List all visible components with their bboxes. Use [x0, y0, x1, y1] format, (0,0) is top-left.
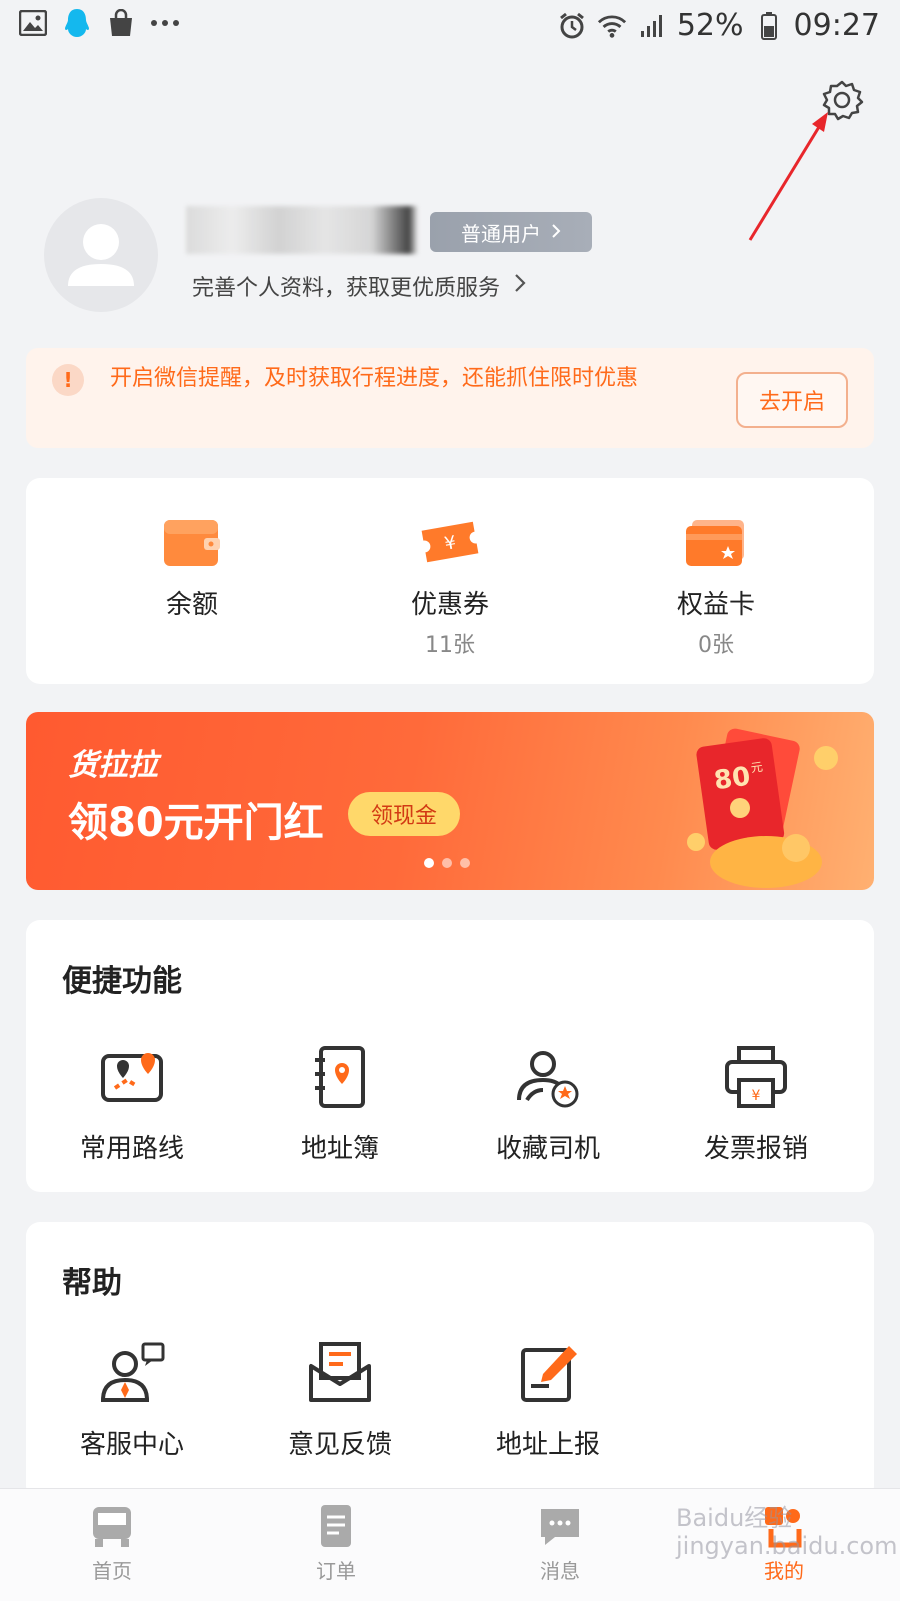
battery-percent: 52% [676, 8, 744, 43]
common-routes-button[interactable]: 常用路线 [26, 1044, 238, 1165]
customer-service-button[interactable]: 客服中心 [26, 1340, 238, 1461]
edit-report-icon [513, 1340, 583, 1406]
address-book-button[interactable]: 地址簿 [234, 1044, 446, 1165]
wifi-icon [597, 11, 627, 41]
alarm-icon [557, 11, 587, 41]
asset-label: 优惠券 [410, 590, 489, 620]
printer-invoice-icon: ¥ [721, 1044, 791, 1110]
feedback-button[interactable]: 意见反馈 [234, 1340, 446, 1461]
feedback-envelope-icon [305, 1340, 375, 1406]
brand-logo: 货拉拉 [68, 748, 158, 783]
nav-label: 订单 [316, 1559, 356, 1583]
asset-label: 权益卡 [676, 590, 755, 620]
carousel-dot [460, 858, 470, 868]
address-report-button[interactable]: 地址上报 [442, 1340, 654, 1461]
avatar[interactable] [44, 198, 158, 312]
more-dots-icon [150, 8, 180, 38]
section-title: 帮助 [62, 1266, 122, 1301]
document-icon [313, 1503, 359, 1549]
assets-card: 余额 ¥ 优惠券 11张 权益卡 0张 [26, 478, 874, 684]
exclamation-icon: ! [52, 364, 84, 396]
claim-cash-button[interactable]: 领现金 [348, 792, 460, 836]
wallet-icon [160, 514, 224, 570]
customer-service-icon [97, 1340, 167, 1406]
invoice-button[interactable]: ¥ 发票报销 [650, 1044, 862, 1165]
quick-functions-section: 便捷功能 常用路线 地址簿 收藏司机 ¥ 发票报销 [26, 920, 874, 1192]
badge-label: 普通用户 [461, 221, 541, 246]
carousel-dot [442, 858, 452, 868]
tile-label: 收藏司机 [495, 1134, 600, 1164]
chevron-right-icon [514, 273, 526, 299]
username-blurred [186, 206, 418, 254]
help-section: 帮助 客服中心 意见反馈 地址上报 [26, 1222, 874, 1500]
user-silhouette-icon [68, 224, 134, 286]
qq-icon [62, 8, 92, 38]
carousel-dot [424, 858, 434, 868]
chevron-right-icon [551, 220, 561, 244]
watermark: Baidu经验 jingyan.baidu.com [676, 1504, 898, 1560]
nav-home[interactable]: 首页 [52, 1503, 172, 1584]
red-envelope-illustration: 80 元 [687, 728, 838, 888]
favorite-drivers-button[interactable]: 收藏司机 [442, 1044, 654, 1165]
gallery-icon [18, 8, 48, 38]
signal-icon [637, 11, 667, 41]
address-book-icon [305, 1044, 375, 1110]
wechat-reminder-notice: ! 开启微信提醒，及时获取行程进度，还能抓住限时优惠 去开启 [26, 348, 874, 448]
section-title: 便捷功能 [62, 964, 182, 999]
asset-count: 0张 [698, 633, 734, 658]
benefit-card-icon [684, 514, 748, 570]
notice-text: 开启微信提醒，及时获取行程进度，还能抓住限时优惠 [110, 366, 639, 391]
banner-headline: 领80元开门红 [68, 800, 324, 846]
nav-orders[interactable]: 订单 [276, 1503, 396, 1584]
clock: 09:27 [793, 8, 880, 43]
enable-reminder-button[interactable]: 去开启 [736, 372, 848, 428]
asset-label: 余额 [165, 590, 218, 620]
asset-coupons[interactable]: ¥ 优惠券 11张 [350, 514, 550, 659]
tile-label: 发票报销 [703, 1134, 808, 1164]
battery-icon [754, 11, 784, 41]
status-bar: 52% 09:27 [0, 0, 900, 52]
tile-label: 意见反馈 [287, 1430, 392, 1460]
nav-label: 消息 [540, 1559, 580, 1583]
shopping-bag-icon [106, 8, 136, 38]
chat-bubble-icon [537, 1503, 583, 1549]
envelope-amount: 80 [712, 762, 752, 797]
improve-profile-text: 完善个人资料，获取更优质服务 [192, 276, 501, 301]
nav-messages[interactable]: 消息 [500, 1503, 620, 1584]
annotation-arrow [748, 112, 828, 241]
coupon-icon: ¥ [418, 514, 482, 570]
tile-label: 地址上报 [495, 1430, 600, 1460]
user-level-badge[interactable]: 普通用户 [430, 212, 592, 252]
improve-profile-link[interactable]: 完善个人资料，获取更优质服务 [192, 270, 526, 302]
route-map-icon [97, 1044, 167, 1110]
asset-benefit-card[interactable]: 权益卡 0张 [616, 514, 816, 659]
tile-label: 客服中心 [79, 1430, 184, 1460]
nav-label: 首页 [92, 1559, 132, 1583]
favorite-driver-icon [513, 1044, 583, 1110]
envelope-unit: 元 [750, 760, 764, 776]
truck-icon [89, 1503, 135, 1549]
asset-balance[interactable]: 余额 [92, 514, 292, 621]
promo-banner[interactable]: 货拉拉 领80元开门红 领现金 80 元 [26, 712, 874, 890]
tile-label: 地址簿 [300, 1134, 379, 1164]
svg-text:¥: ¥ [752, 1088, 761, 1104]
tile-label: 常用路线 [79, 1134, 184, 1164]
carousel-indicator [424, 858, 470, 868]
asset-count: 11张 [425, 633, 475, 658]
